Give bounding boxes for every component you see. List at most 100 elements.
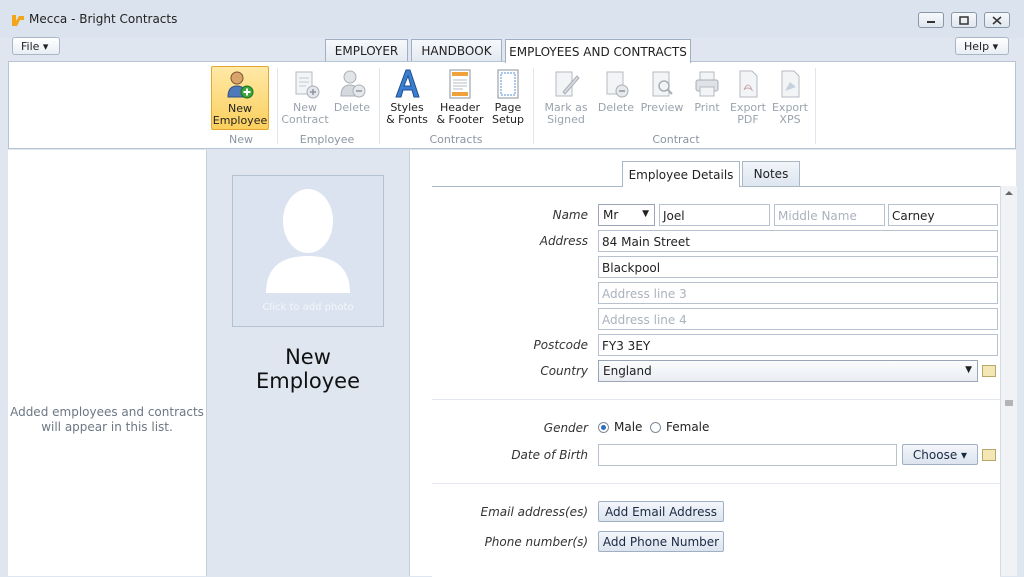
employee-details-pane: Employee Details Notes Name Mr ▼ Joel Mid… — [410, 150, 1017, 577]
gender-male-radio[interactable] — [598, 422, 609, 433]
address-label: Address — [539, 234, 588, 248]
employee-list-pane[interactable]: Added employees and contracts will appea… — [8, 150, 207, 576]
title-select[interactable]: Mr ▼ — [598, 204, 655, 226]
delete-contract-button[interactable]: Delete — [595, 66, 637, 130]
page-setup-label-2: Setup — [491, 113, 525, 126]
group-label-employee: Employee — [299, 133, 355, 146]
export-xps-button[interactable]: Export XPS — [770, 66, 810, 130]
new-contract-icon — [295, 71, 320, 99]
help-menu-button[interactable]: Help ▾ — [955, 37, 1009, 55]
new-contract-button[interactable]: New Contract — [281, 66, 329, 130]
gender-female-label[interactable]: Female — [666, 420, 709, 434]
new-employee-icon — [227, 71, 254, 99]
tab-employees-and-contracts[interactable]: EMPLOYEES AND CONTRACTS — [505, 39, 691, 63]
mark-signed-label-2: Signed — [547, 113, 585, 126]
ribbon-toolbar: New Employee New New Contract Delete Emp… — [8, 61, 1016, 149]
page-setup-button[interactable]: Page Setup — [489, 66, 527, 130]
divider — [432, 483, 1000, 484]
new-employee-label-2: Employee — [212, 114, 268, 127]
gender-male-label[interactable]: Male — [614, 420, 642, 434]
divider — [432, 399, 1000, 400]
group-label-contract: Contract — [652, 133, 700, 146]
photo-placeholder[interactable]: Click to add photo — [232, 175, 384, 327]
mark-signed-icon — [555, 71, 580, 97]
gender-female-radio[interactable] — [650, 422, 661, 433]
group-label-contracts: Contracts — [429, 133, 483, 146]
delete-contract-icon — [606, 71, 629, 98]
address-line-1-field[interactable]: 84 Main Street — [598, 230, 998, 252]
dropdown-arrow-icon: ▼ — [965, 365, 972, 375]
last-name-field[interactable]: Carney — [888, 204, 998, 226]
export-pdf-label-2: PDF — [737, 113, 759, 126]
add-email-button[interactable]: Add Email Address — [598, 501, 724, 522]
middle-name-field[interactable]: Middle Name — [774, 204, 885, 226]
styles-fonts-icon — [395, 69, 420, 98]
tab-notes[interactable]: Notes — [742, 161, 800, 186]
app-logo-icon — [12, 15, 24, 26]
scroll-grip-icon[interactable] — [1002, 398, 1016, 408]
delete-employee-icon — [340, 70, 366, 98]
name-label: Name — [552, 208, 588, 222]
note-icon[interactable] — [982, 449, 996, 461]
print-button[interactable]: Print — [687, 66, 727, 130]
phone-label: Phone number(s) — [484, 535, 588, 549]
postcode-label: Postcode — [533, 338, 588, 352]
address-line-3-field[interactable]: Address line 3 — [598, 282, 998, 304]
print-label: Print — [694, 101, 720, 114]
export-pdf-button[interactable]: Export PDF — [728, 66, 768, 130]
page-setup-icon — [497, 69, 519, 99]
preview-label: Preview — [640, 101, 684, 114]
preview-button[interactable]: Preview — [639, 66, 685, 130]
ribbon-separator — [533, 68, 534, 144]
choose-date-button[interactable]: Choose ▾ — [902, 444, 978, 465]
delete-employee-label: Delete — [333, 101, 371, 114]
photo-caption: Click to add photo — [262, 302, 354, 313]
new-contract-label-2: Contract — [281, 113, 329, 126]
header-footer-label-2: & Footer — [436, 113, 484, 126]
close-icon — [992, 15, 1002, 25]
styles-fonts-button[interactable]: Styles & Fonts — [383, 66, 431, 130]
minimize-icon — [927, 21, 935, 23]
minimize-button[interactable] — [918, 12, 944, 28]
ribbon-separator — [379, 68, 380, 144]
gender-label: Gender — [543, 421, 588, 435]
delete-employee-button[interactable]: Delete — [331, 66, 373, 130]
file-menu-button[interactable]: File ▾ — [12, 37, 60, 55]
group-label-new: New — [229, 133, 253, 146]
export-pdf-icon — [739, 70, 758, 98]
tab-handbook[interactable]: HANDBOOK — [411, 39, 502, 62]
styles-fonts-label-2: & Fonts — [386, 113, 428, 126]
note-icon[interactable] — [982, 365, 996, 377]
header-footer-button[interactable]: Header & Footer — [434, 66, 486, 130]
tab-employer[interactable]: EMPLOYER — [325, 39, 408, 62]
tab-employee-details[interactable]: Employee Details — [622, 161, 740, 187]
postcode-field[interactable]: FY3 3EY — [598, 334, 998, 356]
dob-label: Date of Birth — [511, 448, 588, 462]
country-label: Country — [540, 364, 588, 378]
empty-list-message: Added employees and contracts will appea… — [10, 405, 204, 434]
new-employee-button[interactable]: New Employee — [211, 66, 269, 130]
dob-field[interactable] — [598, 444, 897, 466]
form-scrollbar[interactable] — [1000, 186, 1017, 576]
print-icon — [695, 71, 719, 97]
address-line-4-field[interactable]: Address line 4 — [598, 308, 998, 330]
maximize-button[interactable] — [951, 12, 977, 28]
scroll-up-icon[interactable] — [1002, 188, 1016, 198]
export-xps-label-2: XPS — [779, 113, 801, 126]
address-line-2-field[interactable]: Blackpool — [598, 256, 998, 278]
email-label: Email address(es) — [480, 505, 588, 519]
ribbon-separator — [815, 68, 816, 144]
mark-as-signed-button[interactable]: Mark as Signed — [541, 66, 591, 130]
close-button[interactable] — [984, 12, 1010, 28]
export-xps-icon — [781, 70, 800, 98]
first-name-field[interactable]: Joel — [659, 204, 770, 226]
title-bar: Mecca - Bright Contracts — [0, 0, 1024, 38]
preview-icon — [652, 71, 673, 97]
delete-contract-label: Delete — [597, 101, 635, 114]
employee-display-name: New Employee — [255, 345, 360, 393]
country-select[interactable]: England ▼ — [598, 360, 978, 382]
details-form: Name Mr ▼ Joel Middle Name Carney Address… — [432, 186, 1000, 577]
employee-photo-pane: Click to add photo New Employee — [207, 150, 410, 576]
add-phone-button[interactable]: Add Phone Number — [598, 531, 724, 552]
maximize-icon — [959, 15, 969, 25]
